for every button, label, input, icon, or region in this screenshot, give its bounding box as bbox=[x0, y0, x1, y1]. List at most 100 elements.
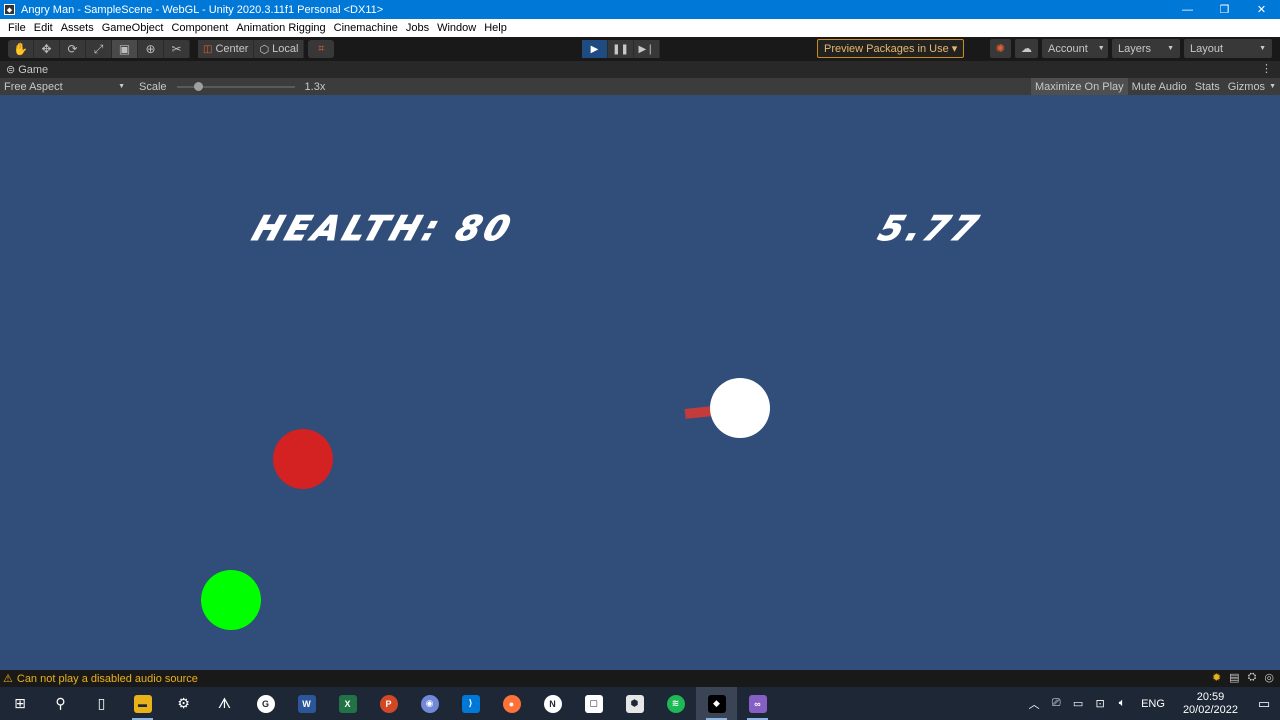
menu-animation-rigging[interactable]: Animation Rigging bbox=[232, 22, 329, 34]
hand-tool-icon[interactable]: ✋ bbox=[8, 40, 34, 58]
maximize-on-play-toggle[interactable]: Maximize On Play bbox=[1031, 78, 1128, 95]
unity-app-icon: ◆ bbox=[4, 4, 15, 15]
diagnostics-icon[interactable]: ⛭ bbox=[1248, 671, 1257, 684]
volume-icon[interactable]: 🔈︎ bbox=[1111, 697, 1133, 710]
menu-gameobject[interactable]: GameObject bbox=[98, 22, 168, 34]
notification-icon[interactable]: ▭ bbox=[1248, 696, 1280, 712]
game-view[interactable]: HEALTH: 80 5.77 bbox=[0, 95, 1280, 670]
local-cube-icon: ⬡ bbox=[259, 43, 270, 56]
scale-slider[interactable] bbox=[176, 82, 295, 91]
tab-game[interactable]: ⊜ Game bbox=[6, 63, 48, 77]
scale-slider-knob[interactable] bbox=[193, 82, 203, 91]
visual-studio-icon[interactable]: ∞ bbox=[737, 687, 778, 720]
minimize-button[interactable]: — bbox=[1169, 0, 1206, 19]
cache-server-icon[interactable]: ▤ bbox=[1229, 671, 1239, 684]
status-icons: ✹ ▤ ⛭ ◎ bbox=[1212, 671, 1274, 684]
lighting-icon[interactable]: ✹ bbox=[1212, 671, 1221, 684]
rect-tool-icon[interactable]: ▣ bbox=[112, 40, 138, 58]
game-view-options: Maximize On Play Mute Audio Stats Gizmos… bbox=[1031, 78, 1280, 95]
menu-assets[interactable]: Assets bbox=[57, 22, 98, 34]
aspect-label: Free Aspect bbox=[4, 80, 63, 93]
file-explorer-icon[interactable]: ▬ bbox=[122, 687, 163, 720]
word-icon[interactable]: W bbox=[286, 687, 327, 720]
scale-value: 1.3x bbox=[304, 80, 326, 93]
timer-display: 5.77 bbox=[873, 209, 987, 250]
search-icon[interactable]: ⚲ bbox=[40, 687, 81, 720]
pivot-icon: ◫ bbox=[203, 43, 213, 55]
excel-icon[interactable]: X bbox=[327, 687, 368, 720]
progress-check-icon[interactable]: ◎ bbox=[1264, 671, 1274, 684]
mute-audio-toggle[interactable]: Mute Audio bbox=[1128, 78, 1191, 95]
tray-app-icon[interactable]: ⎚ bbox=[1045, 697, 1067, 710]
account-label: Account bbox=[1048, 42, 1088, 55]
grid-snap-icon[interactable]: ⌗ bbox=[308, 40, 335, 58]
notion-icon[interactable]: N bbox=[532, 687, 573, 720]
step-button[interactable]: ▶❘ bbox=[634, 40, 660, 58]
close-button[interactable]: ✕ bbox=[1243, 0, 1280, 19]
menu-jobs[interactable]: Jobs bbox=[402, 22, 433, 34]
pause-button[interactable]: ❚❚ bbox=[608, 40, 634, 58]
play-button[interactable]: ▶ bbox=[582, 40, 608, 58]
right-toolbar: ✺ ☁ Account ▼ Layers ▼ Layout ▼ bbox=[989, 39, 1272, 58]
play-controls: ▶ ❚❚ ▶❘ bbox=[582, 40, 660, 58]
aspect-dropdown[interactable]: Free Aspect ▼ bbox=[0, 81, 131, 93]
stats-toggle[interactable]: Stats bbox=[1191, 78, 1224, 95]
battery-icon[interactable]: ▭ bbox=[1067, 697, 1089, 710]
chevron-up-icon[interactable]: ︿ bbox=[1023, 696, 1045, 712]
status-bar: ⚠ Can not play a disabled audio source ✹… bbox=[0, 670, 1280, 687]
game-view-controls: Free Aspect ▼ Scale 1.3x Maximize On Play… bbox=[0, 78, 1280, 95]
preview-packages-button[interactable]: Preview Packages in Use ▾ bbox=[817, 39, 965, 58]
menu-window[interactable]: Window bbox=[433, 22, 480, 34]
logitech-g-icon[interactable]: G bbox=[245, 687, 286, 720]
menu-edit[interactable]: Edit bbox=[30, 22, 57, 34]
transform-tool-icon[interactable]: ⊕ bbox=[138, 40, 164, 58]
menu-bar: File Edit Assets GameObject Component An… bbox=[0, 19, 1280, 37]
account-dropdown[interactable]: Account ▼ bbox=[1042, 39, 1108, 58]
status-message[interactable]: Can not play a disabled audio source bbox=[17, 673, 198, 685]
task-view-icon[interactable]: ▯ bbox=[81, 687, 122, 720]
pivot-local-button[interactable]: ⬡ Local bbox=[254, 40, 305, 58]
firefox-icon[interactable]: ● bbox=[491, 687, 532, 720]
kebab-menu-icon[interactable]: ⋮ bbox=[1261, 62, 1272, 75]
chevron-down-icon: ▼ bbox=[118, 83, 125, 90]
unity-hub-icon[interactable]: ⬢ bbox=[614, 687, 655, 720]
game-tab-strip: ⊜ Game ⋮ bbox=[0, 61, 1280, 78]
maximize-button[interactable]: ❐ bbox=[1206, 0, 1243, 19]
clock-date: 20/02/2022 bbox=[1182, 703, 1238, 716]
custom-tool-icon[interactable]: ✂ bbox=[164, 40, 190, 58]
cloud-icon[interactable]: ☁ bbox=[1015, 39, 1038, 58]
vscode-icon[interactable]: ⟩ bbox=[450, 687, 491, 720]
move-tool-icon[interactable]: ✥ bbox=[34, 40, 60, 58]
menu-file[interactable]: File bbox=[4, 22, 30, 34]
collab-icon[interactable]: ✺ bbox=[989, 39, 1011, 58]
scale-label: Scale bbox=[139, 80, 167, 93]
spotify-icon[interactable]: ≋ bbox=[655, 687, 696, 720]
layout-dropdown[interactable]: Layout ▼ bbox=[1184, 39, 1272, 58]
clock[interactable]: 20:59 20/02/2022 bbox=[1183, 691, 1238, 717]
gizmos-dropdown[interactable]: Gizmos ▼ bbox=[1224, 78, 1280, 95]
chevron-down-icon: ▼ bbox=[1097, 45, 1105, 52]
powerpoint-icon[interactable]: P bbox=[368, 687, 409, 720]
chevron-down-icon: ▼ bbox=[1269, 83, 1276, 90]
clock-time: 20:59 bbox=[1196, 690, 1225, 703]
menu-cinemachine[interactable]: Cinemachine bbox=[330, 22, 402, 34]
input-language[interactable]: ENG bbox=[1141, 698, 1165, 710]
window-title-bar: ◆ Angry Man - SampleScene - WebGL - Unit… bbox=[0, 0, 1280, 19]
enemy-red-circle bbox=[273, 429, 333, 489]
pivot-group: ◫ Center ⬡ Local bbox=[198, 40, 305, 58]
discord-icon[interactable]: ◉ bbox=[409, 687, 450, 720]
window-title: Angry Man - SampleScene - WebGL - Unity … bbox=[21, 3, 384, 16]
layers-dropdown[interactable]: Layers ▼ bbox=[1112, 39, 1180, 58]
rotate-tool-icon[interactable]: ⟳ bbox=[60, 40, 86, 58]
menu-help[interactable]: Help bbox=[480, 22, 511, 34]
green-circle bbox=[201, 570, 261, 630]
unity-icon[interactable]: ◆ bbox=[696, 687, 737, 720]
predator-sense-icon[interactable]: ᗑ bbox=[204, 687, 245, 720]
steam-icon[interactable]: ⚙ bbox=[163, 687, 204, 720]
twitch-icon[interactable]: ▢ bbox=[573, 687, 614, 720]
scale-tool-icon[interactable]: ⤢ bbox=[86, 40, 112, 58]
pivot-center-button[interactable]: ◫ Center bbox=[198, 40, 255, 58]
windows-start-icon[interactable]: ⊞ bbox=[0, 687, 40, 720]
network-icon[interactable]: ⊡ bbox=[1089, 697, 1111, 710]
menu-component[interactable]: Component bbox=[167, 22, 232, 34]
